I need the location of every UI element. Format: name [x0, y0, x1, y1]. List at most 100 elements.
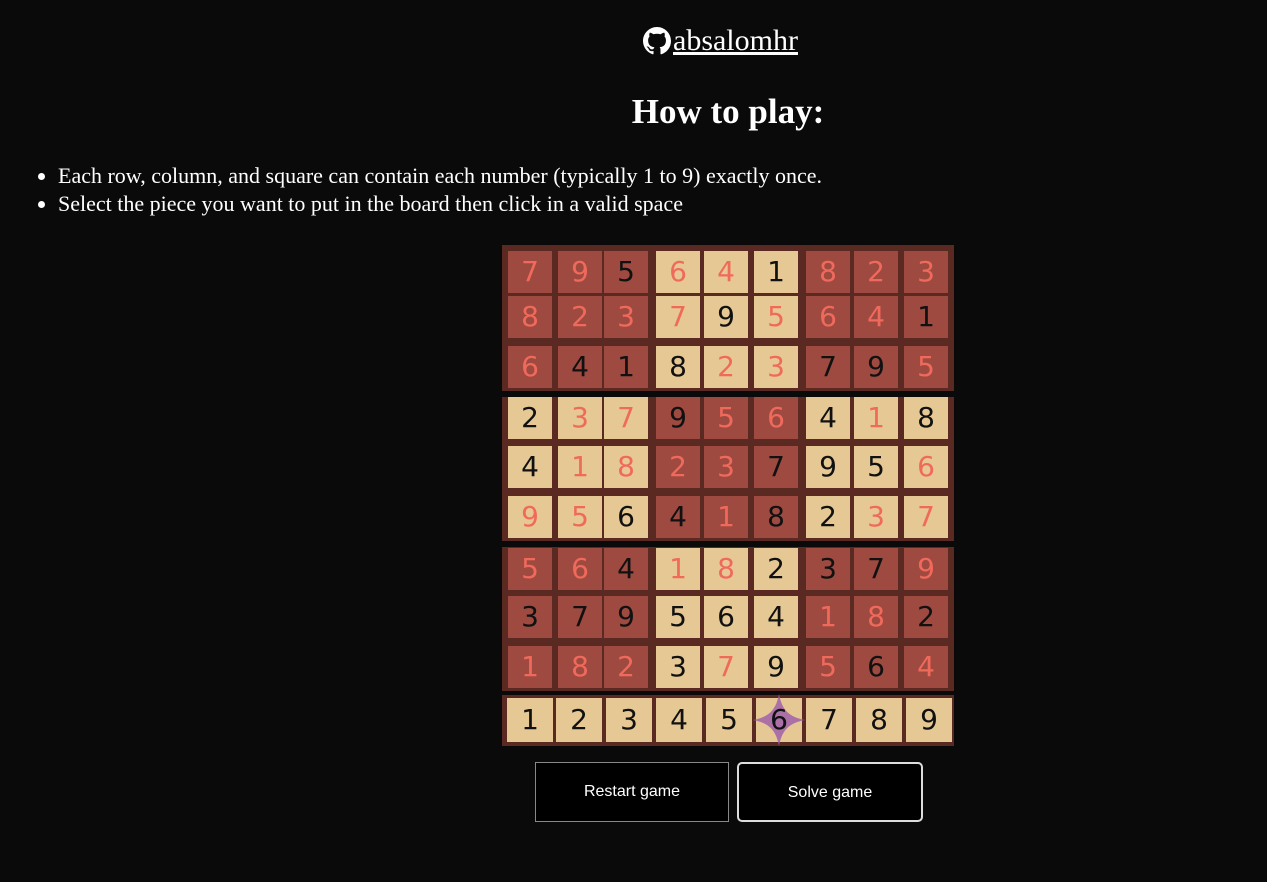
- board-cell[interactable]: 7: [656, 296, 700, 338]
- solve-game-button[interactable]: Solve game: [737, 762, 923, 822]
- board-cell[interactable]: 1: [604, 346, 648, 388]
- board-cell[interactable]: 3: [604, 296, 648, 338]
- board-cell[interactable]: 2: [558, 296, 602, 338]
- board-cell[interactable]: 9: [754, 646, 798, 688]
- board-cell[interactable]: 4: [558, 346, 602, 388]
- board-cell[interactable]: 7: [904, 496, 948, 538]
- board-cell[interactable]: 8: [854, 596, 898, 638]
- board-cell[interactable]: 5: [508, 548, 552, 590]
- board-cell[interactable]: 7: [508, 251, 552, 293]
- piece-3[interactable]: 3: [606, 698, 652, 742]
- board-cell[interactable]: 5: [704, 397, 748, 439]
- board-cell[interactable]: 8: [604, 446, 648, 488]
- board-cell[interactable]: 1: [904, 296, 948, 338]
- piece-7[interactable]: 7: [806, 698, 852, 742]
- board-cell[interactable]: 6: [904, 446, 948, 488]
- board-cell[interactable]: 1: [754, 251, 798, 293]
- board-cell[interactable]: 3: [558, 397, 602, 439]
- board-cell[interactable]: 4: [806, 397, 850, 439]
- piece-1[interactable]: 1: [507, 698, 553, 742]
- board-cell[interactable]: 4: [854, 296, 898, 338]
- board-cell[interactable]: 4: [604, 548, 648, 590]
- sudoku-board: 7956418238237956416418237952379564184182…: [502, 245, 954, 746]
- piece-4[interactable]: 4: [656, 698, 702, 742]
- board-cell[interactable]: 3: [806, 548, 850, 590]
- board-cell[interactable]: 6: [754, 397, 798, 439]
- board-cell[interactable]: 9: [704, 296, 748, 338]
- board-cell[interactable]: 9: [806, 446, 850, 488]
- board-cell[interactable]: 6: [704, 596, 748, 638]
- board-cell[interactable]: 4: [508, 446, 552, 488]
- board-cell[interactable]: 5: [558, 496, 602, 538]
- board-cell[interactable]: 9: [656, 397, 700, 439]
- board-cell[interactable]: 7: [704, 646, 748, 688]
- board-cell[interactable]: 5: [754, 296, 798, 338]
- restart-game-button[interactable]: Restart game: [535, 762, 729, 822]
- board-cell[interactable]: 6: [508, 346, 552, 388]
- board-cell[interactable]: 7: [854, 548, 898, 590]
- board-cell[interactable]: 2: [754, 548, 798, 590]
- github-icon: [643, 27, 671, 55]
- board-cell[interactable]: 1: [508, 646, 552, 688]
- piece-9[interactable]: 9: [906, 698, 952, 742]
- github-profile-link[interactable]: absalomhr: [643, 24, 798, 58]
- board-cell[interactable]: 5: [904, 346, 948, 388]
- board-cell[interactable]: 7: [604, 397, 648, 439]
- board-cell[interactable]: 4: [904, 646, 948, 688]
- board-cell[interactable]: 4: [704, 251, 748, 293]
- box-divider: [502, 391, 954, 397]
- board-cell[interactable]: 9: [904, 548, 948, 590]
- page-title: How to play:: [631, 92, 825, 131]
- board-cell[interactable]: 1: [806, 596, 850, 638]
- rule-item: Select the piece you want to put in the …: [58, 190, 822, 218]
- board-cell[interactable]: 6: [604, 496, 648, 538]
- board-cell[interactable]: 2: [656, 446, 700, 488]
- board-cell[interactable]: 3: [754, 346, 798, 388]
- board-cell[interactable]: 2: [604, 646, 648, 688]
- board-cell[interactable]: 6: [656, 251, 700, 293]
- board-cell[interactable]: 5: [604, 251, 648, 293]
- piece-5[interactable]: 5: [706, 698, 752, 742]
- board-cell[interactable]: 6: [558, 548, 602, 590]
- board-cell[interactable]: 5: [854, 446, 898, 488]
- board-cell[interactable]: 2: [854, 251, 898, 293]
- board-cell[interactable]: 4: [754, 596, 798, 638]
- board-cell[interactable]: 8: [806, 251, 850, 293]
- piece-8[interactable]: 8: [856, 698, 902, 742]
- board-cell[interactable]: 3: [508, 596, 552, 638]
- board-cell[interactable]: 9: [854, 346, 898, 388]
- board-cell[interactable]: 1: [558, 446, 602, 488]
- board-cell[interactable]: 8: [656, 346, 700, 388]
- board-cell[interactable]: 2: [904, 596, 948, 638]
- board-cell[interactable]: 7: [806, 346, 850, 388]
- board-cell[interactable]: 8: [754, 496, 798, 538]
- board-cell[interactable]: 3: [854, 496, 898, 538]
- board-cell[interactable]: 2: [806, 496, 850, 538]
- board-cell[interactable]: 3: [656, 646, 700, 688]
- board-cell[interactable]: 1: [656, 548, 700, 590]
- board-cell[interactable]: 5: [656, 596, 700, 638]
- box-divider: [502, 541, 954, 547]
- board-cell[interactable]: 9: [558, 251, 602, 293]
- board-cell[interactable]: 8: [558, 646, 602, 688]
- board-cell[interactable]: 7: [558, 596, 602, 638]
- board-cell[interactable]: 6: [806, 296, 850, 338]
- board-cell[interactable]: 3: [704, 446, 748, 488]
- piece-2[interactable]: 2: [556, 698, 602, 742]
- board-cell[interactable]: 8: [704, 548, 748, 590]
- board-cell[interactable]: 7: [754, 446, 798, 488]
- rule-item: Each row, column, and square can contain…: [58, 162, 822, 190]
- board-cell[interactable]: 9: [604, 596, 648, 638]
- board-cell[interactable]: 4: [656, 496, 700, 538]
- board-cell[interactable]: 2: [508, 397, 552, 439]
- board-cell[interactable]: 6: [854, 646, 898, 688]
- board-cell[interactable]: 1: [854, 397, 898, 439]
- board-cell[interactable]: 5: [806, 646, 850, 688]
- board-cell[interactable]: 8: [508, 296, 552, 338]
- board-cell[interactable]: 9: [508, 496, 552, 538]
- selected-piece-digit: 6: [770, 703, 788, 736]
- board-cell[interactable]: 2: [704, 346, 748, 388]
- board-cell[interactable]: 1: [704, 496, 748, 538]
- board-cell[interactable]: 3: [904, 251, 948, 293]
- board-cell[interactable]: 8: [904, 397, 948, 439]
